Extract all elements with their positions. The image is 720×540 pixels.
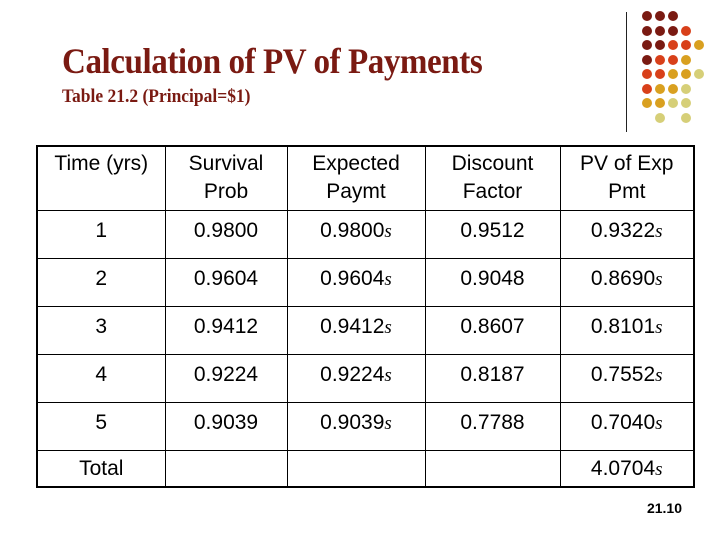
total-empty-cell — [164, 449, 288, 488]
decoration-dot — [655, 69, 665, 79]
time-cell: 1 — [36, 209, 166, 259]
decoration-dot — [655, 112, 665, 123]
slide-title: Calculation of PV of Payments — [62, 41, 483, 81]
unit-symbol: s — [384, 364, 392, 386]
unit-symbol: s — [655, 364, 663, 386]
decoration-dot — [681, 98, 691, 108]
discount-factor-cell: 0.8187 — [424, 353, 561, 403]
survival-prob-cell: 0.9800 — [164, 209, 288, 259]
decoration-dot — [655, 40, 665, 50]
header-discount-factor: Discount Factor — [424, 145, 561, 211]
decoration-dot — [668, 25, 678, 36]
decoration-dot — [642, 69, 652, 79]
discount-factor-cell: 0.9512 — [424, 209, 561, 259]
decoration-dot — [668, 69, 678, 79]
unit-symbol: s — [384, 268, 392, 290]
unit-symbol: s — [384, 316, 392, 338]
decoration-dot — [694, 40, 704, 50]
unit-symbol: s — [655, 316, 663, 338]
unit-symbol: s — [655, 268, 663, 290]
expected-paymt-cell: 0.9039s — [286, 401, 426, 451]
discount-factor-cell: 0.9048 — [424, 257, 561, 307]
decoration-dot — [655, 54, 665, 65]
header-survival-prob: Survival Prob — [164, 145, 288, 211]
unit-symbol: s — [655, 458, 663, 480]
decoration-dot — [681, 25, 691, 36]
decoration-dot — [694, 69, 704, 79]
expected-paymt-cell: 0.9800s — [286, 209, 426, 259]
decoration-dot — [655, 11, 665, 21]
table-row: 5 0.9039 0.9039s 0.7788 0.7040s — [36, 401, 695, 451]
table-total-row: Total 4.0704s — [36, 449, 695, 488]
table-row: 2 0.9604 0.9604s 0.9048 0.8690s — [36, 257, 695, 307]
decoration-dot — [668, 54, 678, 65]
time-cell: 4 — [36, 353, 166, 403]
survival-prob-cell: 0.9412 — [164, 305, 288, 355]
unit-symbol: s — [655, 220, 663, 242]
table-header-row: Time (yrs) Survival Prob Expected Paymt … — [36, 145, 695, 211]
discount-factor-cell: 0.8607 — [424, 305, 561, 355]
decoration-dot — [681, 83, 691, 94]
expected-paymt-cell: 0.9412s — [286, 305, 426, 355]
total-label: Total — [36, 449, 166, 488]
header-time: Time (yrs) — [36, 145, 166, 211]
decoration-dot — [655, 83, 665, 94]
time-cell: 5 — [36, 401, 166, 451]
table-row: 4 0.9224 0.9224s 0.8187 0.7552s — [36, 353, 695, 403]
decoration-dot — [642, 98, 652, 108]
expected-paymt-cell: 0.9604s — [286, 257, 426, 307]
header-pv-exp-pmt: PV of Exp Pmt — [559, 145, 695, 211]
pv-exp-pmt-cell: 0.8690s — [559, 257, 695, 307]
survival-prob-cell: 0.9224 — [164, 353, 288, 403]
time-cell: 3 — [36, 305, 166, 355]
decoration-dot — [642, 11, 652, 21]
decoration-dot — [668, 98, 678, 108]
table-row: 1 0.9800 0.9800s 0.9512 0.9322s — [36, 209, 695, 259]
unit-symbol: s — [384, 220, 392, 242]
total-pv-cell: 4.0704s — [559, 449, 695, 488]
pv-exp-pmt-cell: 0.9322s — [559, 209, 695, 259]
total-empty-cell — [286, 449, 426, 488]
table-row: 3 0.9412 0.9412s 0.8607 0.8101s — [36, 305, 695, 355]
decoration-dot — [642, 25, 652, 36]
decoration-dot — [681, 112, 691, 123]
pv-exp-pmt-cell: 0.8101s — [559, 305, 695, 355]
decoration-dot — [681, 69, 691, 79]
decoration-dot — [642, 40, 652, 50]
time-cell: 2 — [36, 257, 166, 307]
decoration-dot — [681, 54, 691, 65]
slide-number: 21.10 — [646, 500, 682, 516]
expected-paymt-cell: 0.9224s — [286, 353, 426, 403]
pv-exp-pmt-cell: 0.7040s — [559, 401, 695, 451]
discount-factor-cell: 0.7788 — [424, 401, 561, 451]
slide-subtitle: Table 21.2 (Principal=$1) — [62, 86, 251, 107]
title-divider — [626, 12, 627, 132]
decoration-dot — [642, 54, 652, 65]
decoration-dot — [668, 83, 678, 94]
decoration-dot — [655, 98, 665, 108]
decoration-dot — [681, 40, 691, 50]
survival-prob-cell: 0.9039 — [164, 401, 288, 451]
decoration-dot — [668, 40, 678, 50]
survival-prob-cell: 0.9604 — [164, 257, 288, 307]
header-expected-paymt: Expected Paymt — [286, 145, 426, 211]
decoration-dot — [668, 11, 678, 21]
unit-symbol: s — [384, 412, 392, 434]
decoration-dot — [642, 83, 652, 94]
total-empty-cell — [424, 449, 561, 488]
pv-payments-table: Time (yrs) Survival Prob Expected Paymt … — [36, 145, 695, 488]
pv-exp-pmt-cell: 0.7552s — [559, 353, 695, 403]
decoration-dot — [655, 25, 665, 36]
unit-symbol: s — [655, 412, 663, 434]
